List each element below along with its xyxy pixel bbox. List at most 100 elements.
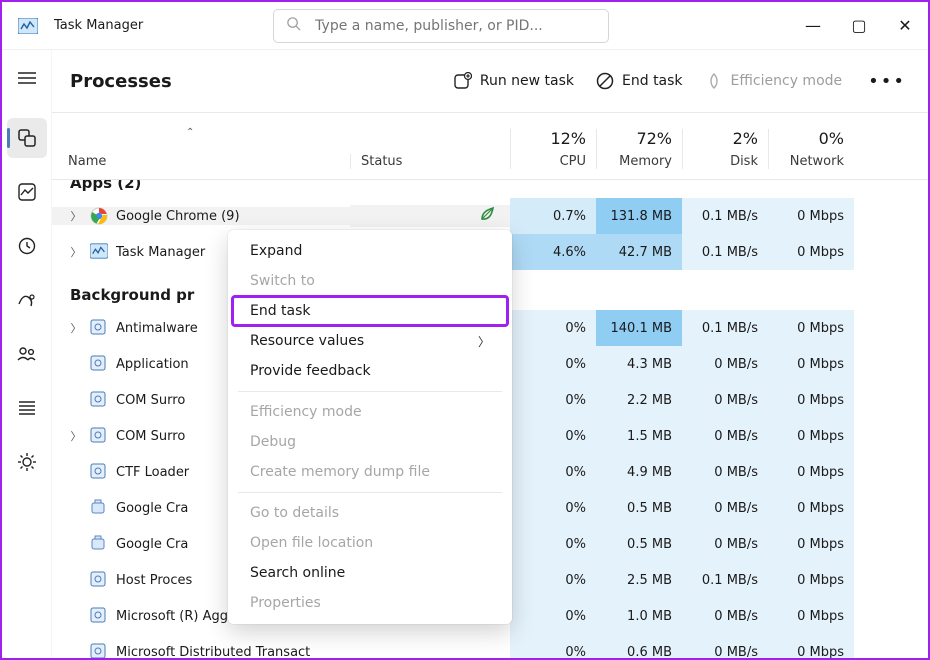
generic-process-icon	[90, 391, 108, 409]
maximize-button[interactable]: ▢	[836, 2, 882, 50]
expand-icon[interactable]: 〉	[70, 428, 82, 444]
disk-cell: 0 MB/s	[682, 418, 768, 454]
expand-icon[interactable]: 〉	[70, 244, 82, 260]
app-title: Task Manager	[54, 18, 143, 33]
column-name-label: Name	[68, 154, 350, 169]
network-cell: 0 Mbps	[768, 198, 854, 234]
process-name: Microsoft Distributed Transact	[116, 645, 310, 659]
process-name: Google Chrome (9)	[116, 209, 240, 224]
close-button[interactable]: ✕	[882, 2, 928, 50]
ctx-resource-values[interactable]: Resource values 〉	[232, 326, 508, 356]
network-pct: 0%	[819, 129, 844, 148]
table-row[interactable]: 〉 Google Chrome (9) 0.7% 131.8 MB 0.1 MB…	[52, 198, 928, 234]
chevron-right-icon: 〉	[478, 333, 490, 350]
nav-app-history[interactable]	[7, 226, 47, 266]
run-new-task-label: Run new task	[480, 73, 574, 89]
end-task-label: End task	[622, 73, 683, 89]
disk-cell: 0.1 MB/s	[682, 562, 768, 598]
network-cell: 0 Mbps	[768, 598, 854, 634]
generic-process-icon	[90, 427, 108, 445]
disk-cell: 0 MB/s	[682, 526, 768, 562]
network-cell: 0 Mbps	[768, 346, 854, 382]
efficiency-mode-button[interactable]: Efficiency mode	[705, 72, 843, 90]
network-cell: 0 Mbps	[768, 490, 854, 526]
generic-process-icon	[90, 355, 108, 373]
column-memory[interactable]: 72% Memory	[596, 129, 682, 169]
column-disk[interactable]: 2% Disk	[682, 129, 768, 169]
ctx-provide-feedback[interactable]: Provide feedback	[232, 356, 508, 386]
memory-cell: 2.2 MB	[596, 382, 682, 418]
cpu-cell: 0%	[510, 562, 596, 598]
network-cell: 0 Mbps	[768, 454, 854, 490]
column-network[interactable]: 0% Network	[768, 129, 854, 169]
app-icon	[18, 18, 38, 34]
expand-icon[interactable]: 〉	[70, 208, 82, 224]
ctx-create-dump[interactable]: Create memory dump file	[232, 457, 508, 487]
memory-cell: 140.1 MB	[596, 310, 682, 346]
ctx-go-to-details[interactable]: Go to details	[232, 498, 508, 528]
nav-rail	[2, 50, 52, 658]
expand-icon[interactable]: 〉	[70, 320, 82, 336]
ctx-open-file-location[interactable]: Open file location	[232, 528, 508, 558]
ctx-properties[interactable]: Properties	[232, 588, 508, 618]
ctx-efficiency-mode[interactable]: Efficiency mode	[232, 397, 508, 427]
column-cpu[interactable]: 12% CPU	[510, 129, 596, 169]
memory-cell: 2.5 MB	[596, 562, 682, 598]
generic-process-icon	[90, 571, 108, 589]
cpu-cell: 4.6%	[510, 234, 596, 270]
search-field[interactable]	[273, 9, 609, 43]
more-button[interactable]: •••	[864, 71, 910, 92]
column-name[interactable]: ⌃ Name	[52, 127, 350, 169]
ctx-end-task[interactable]: End task	[232, 296, 508, 326]
process-name: Host Proces	[116, 573, 192, 588]
nav-services[interactable]	[7, 442, 47, 482]
process-name: COM Surro	[116, 393, 185, 408]
network-label: Network	[790, 154, 844, 169]
nav-users[interactable]	[7, 334, 47, 374]
cpu-cell: 0%	[510, 634, 596, 658]
run-new-task-button[interactable]: Run new task	[454, 72, 574, 90]
cpu-cell: 0%	[510, 490, 596, 526]
page-title: Processes	[70, 71, 172, 92]
memory-cell: 0.5 MB	[596, 526, 682, 562]
page-header: Processes Run new task End task Efficien…	[52, 50, 928, 112]
column-status-label: Status	[361, 154, 402, 169]
disk-cell: 0 MB/s	[682, 382, 768, 418]
end-task-button[interactable]: End task	[596, 72, 683, 90]
window-controls: — ▢ ✕	[790, 2, 928, 50]
search-input[interactable]	[315, 18, 596, 34]
taskmgr-icon	[90, 243, 108, 261]
separator	[238, 492, 502, 493]
nav-startup[interactable]	[7, 280, 47, 320]
minimize-button[interactable]: —	[790, 2, 836, 50]
generic-process-icon	[90, 607, 108, 625]
cpu-cell: 0%	[510, 310, 596, 346]
cpu-cell: 0%	[510, 346, 596, 382]
ctx-search-online[interactable]: Search online	[232, 558, 508, 588]
table-row[interactable]: 〉 Microsoft Distributed Transact 0% 0.6 …	[52, 634, 928, 658]
crash-icon	[90, 499, 108, 517]
nav-details[interactable]	[7, 388, 47, 428]
column-header-row: ⌃ Name Status 12% CPU 72% Memory 2% Disk	[52, 112, 928, 180]
context-menu: Expand Switch to End task Resource value…	[228, 230, 512, 624]
memory-cell: 131.8 MB	[596, 198, 682, 234]
cpu-cell: 0%	[510, 418, 596, 454]
nav-performance[interactable]	[7, 172, 47, 212]
ctx-switch-to[interactable]: Switch to	[232, 266, 508, 296]
memory-cell: 0.6 MB	[596, 634, 682, 658]
network-cell: 0 Mbps	[768, 562, 854, 598]
ctx-debug[interactable]: Debug	[232, 427, 508, 457]
disk-cell: 0 MB/s	[682, 454, 768, 490]
disk-cell: 0 MB/s	[682, 490, 768, 526]
network-cell: 0 Mbps	[768, 526, 854, 562]
search-icon	[286, 16, 315, 35]
nav-processes[interactable]	[7, 118, 47, 158]
memory-label: Memory	[619, 154, 672, 169]
sort-caret-icon: ⌃	[186, 127, 350, 138]
efficiency-mode-label: Efficiency mode	[731, 73, 843, 89]
disk-cell: 0.1 MB/s	[682, 198, 768, 234]
generic-process-icon	[90, 643, 108, 658]
column-status[interactable]: Status	[350, 154, 510, 169]
hamburger-icon[interactable]	[7, 58, 47, 98]
ctx-expand[interactable]: Expand	[232, 236, 508, 266]
